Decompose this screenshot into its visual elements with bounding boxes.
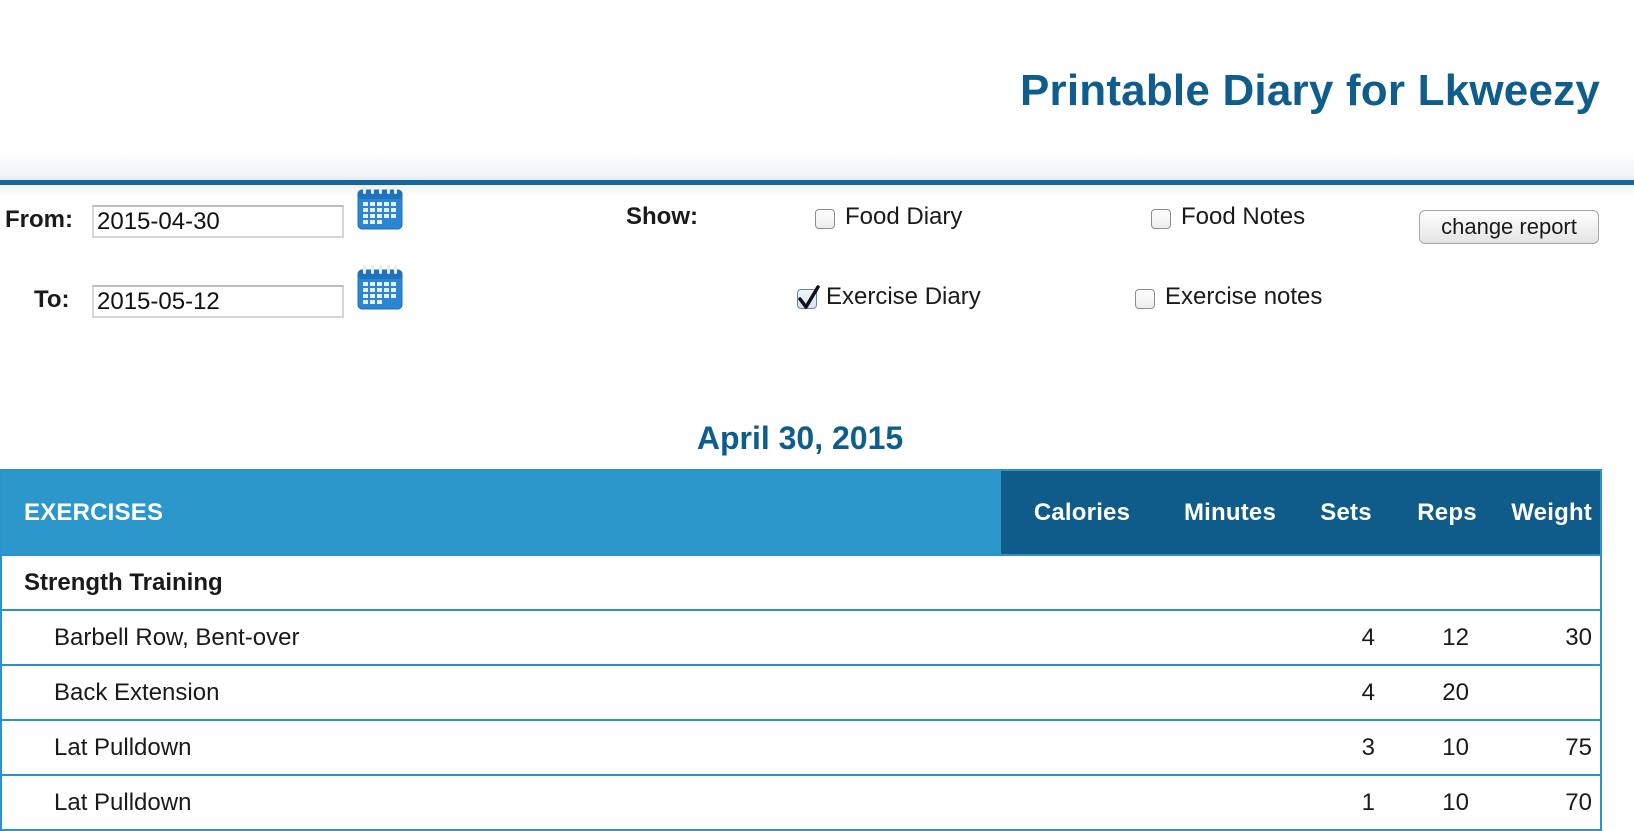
table-row: Barbell Row, Bent-over 4 12 30 <box>1 609 1601 665</box>
minutes-cell <box>1163 719 1297 775</box>
calendar-icon[interactable] <box>357 184 403 230</box>
show-label: Show: <box>626 203 698 230</box>
exercise-diary-checkbox[interactable] <box>797 285 820 309</box>
reps-column-header: Reps <box>1395 470 1499 555</box>
exercise-name: Lat Pulldown <box>1 719 999 775</box>
reps-cell: 12 <box>1395 609 1499 665</box>
exercise-name: Back Extension <box>1 664 999 720</box>
minutes-cell <box>1163 664 1297 720</box>
table-row: Lat Pulldown 3 10 75 <box>1 719 1601 775</box>
exercise-diary-label[interactable]: Exercise Diary <box>826 283 981 311</box>
from-date-input[interactable] <box>92 205 344 238</box>
calendar-icon[interactable] <box>357 264 403 310</box>
calories-cell <box>999 719 1163 775</box>
exercise-notes-label[interactable]: Exercise notes <box>1165 283 1322 311</box>
weight-cell: 30 <box>1499 609 1601 665</box>
food-diary-checkbox[interactable] <box>815 209 835 229</box>
calories-cell <box>999 774 1163 830</box>
exercise-notes-checkbox[interactable] <box>1135 289 1155 309</box>
category-label: Strength Training <box>1 554 1601 610</box>
report-date: April 30, 2015 <box>696 420 904 456</box>
weight-column-header: Weight <box>1499 470 1601 555</box>
food-diary-label[interactable]: Food Diary <box>845 203 962 231</box>
calories-column-header: Calories <box>997 470 1163 555</box>
table-row: Lat Pulldown 1 10 70 <box>1 774 1601 830</box>
weight-cell: 70 <box>1499 774 1601 830</box>
exercise-name: Lat Pulldown <box>1 774 999 830</box>
header-divider <box>0 152 1634 197</box>
table-row: Back Extension 4 20 <box>1 664 1601 720</box>
reps-cell: 20 <box>1395 664 1499 720</box>
table-header-row: EXERCISES Calories Minutes Sets Reps Wei… <box>1 470 1601 555</box>
change-report-button[interactable]: change report <box>1419 210 1599 244</box>
minutes-cell <box>1163 774 1297 830</box>
weight-cell: 75 <box>1499 719 1601 775</box>
minutes-column-header: Minutes <box>1163 470 1297 555</box>
sets-cell: 4 <box>1297 664 1395 720</box>
minutes-cell <box>1163 609 1297 665</box>
weight-cell <box>1499 664 1601 720</box>
calories-cell <box>999 664 1163 720</box>
exercise-table: EXERCISES Calories Minutes Sets Reps Wei… <box>0 469 1602 831</box>
category-row: Strength Training <box>1 554 1601 610</box>
checkmark-icon <box>798 285 820 309</box>
calories-cell <box>999 609 1163 665</box>
page-title: Printable Diary for Lkweezy <box>1019 66 1600 115</box>
to-label: To: <box>34 286 70 313</box>
sets-cell: 4 <box>1297 609 1395 665</box>
exercise-name: Barbell Row, Bent-over <box>1 609 999 665</box>
exercises-column-header: EXERCISES <box>1 470 999 555</box>
reps-cell: 10 <box>1395 719 1499 775</box>
food-notes-label[interactable]: Food Notes <box>1181 203 1305 231</box>
sets-cell: 3 <box>1297 719 1395 775</box>
food-notes-checkbox[interactable] <box>1151 209 1171 229</box>
sets-cell: 1 <box>1297 774 1395 830</box>
to-date-input[interactable] <box>92 285 344 318</box>
sets-column-header: Sets <box>1297 470 1395 555</box>
reps-cell: 10 <box>1395 774 1499 830</box>
from-label: From: <box>5 206 73 233</box>
